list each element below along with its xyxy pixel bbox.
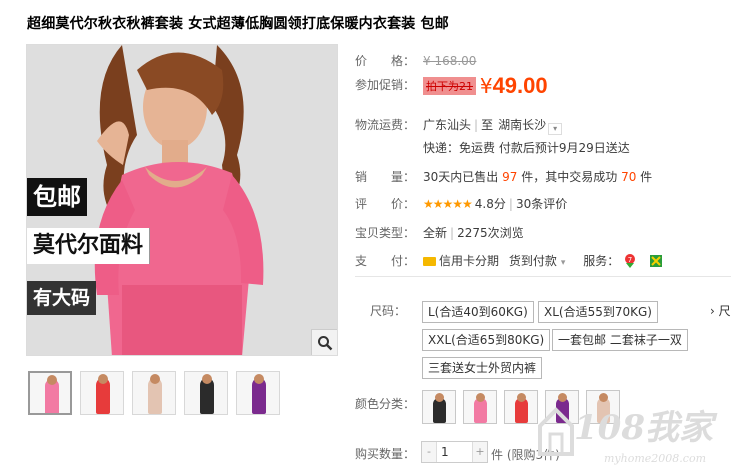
promo-modal-fabric: 莫代尔面料	[27, 228, 151, 264]
thumbnail-strip	[28, 371, 280, 415]
promo-free-shipping: 包邮	[27, 178, 87, 216]
site-watermark: 108我家 myhome2008.com	[532, 392, 730, 472]
quantity-input[interactable]: 1	[436, 442, 473, 462]
svg-text:7: 7	[628, 256, 632, 264]
current-price: 49.00	[492, 73, 548, 98]
quantity-increase-button[interactable]: +	[473, 442, 487, 462]
view-count: 2275次浏览	[457, 226, 524, 240]
size-option-bundle-underwear[interactable]: 三套送女士外贸内裤	[422, 357, 543, 379]
sold-count: 97	[502, 170, 518, 184]
currency-symbol: ¥	[479, 74, 493, 98]
more-sizes[interactable]: › 尺	[710, 302, 731, 319]
size-option-bundle-socks[interactable]: 一套包邮 二套袜子一双	[552, 329, 688, 351]
credit-installment[interactable]: 信用卡分期	[439, 254, 499, 268]
original-price: ¥ 168.00	[423, 54, 477, 68]
ship-from: 广东汕头	[423, 118, 472, 132]
color-swatch-black[interactable]	[422, 390, 456, 424]
original-price-row: 价 格： ¥ 168.00	[355, 52, 476, 69]
success-count: 70	[621, 170, 637, 184]
item-type-row: 宝贝类型： 全新 | 2275次浏览	[355, 226, 524, 240]
quantity-stepper: - 1 +	[421, 441, 488, 463]
service-label: 服务：	[583, 254, 620, 268]
promo-label: 参加促销：	[355, 78, 416, 92]
promo-plus-size: 有大码	[27, 281, 97, 315]
sales-label: 销 量：	[355, 170, 416, 184]
shipping-label: 物流运费：	[355, 118, 416, 132]
payment-label: 支 付：	[355, 254, 416, 268]
rating-label: 评 价：	[355, 197, 416, 211]
rating-row: 评 价： ★★★★★ 4.8分 | 30条评价	[355, 197, 568, 211]
magnifier-icon	[317, 335, 332, 350]
main-product-image[interactable]: 包邮 莫代尔面料 有大码	[26, 44, 338, 356]
cash-on-delivery[interactable]: 货到付款	[509, 254, 557, 268]
thumbnail-5[interactable]	[236, 371, 280, 415]
item-type-label: 宝贝类型：	[355, 226, 416, 240]
price-label: 价 格：	[355, 54, 416, 68]
cod-caret-icon[interactable]: ▾	[561, 258, 566, 268]
rating-score: 4.8分	[474, 197, 506, 211]
thumbnail-1[interactable]	[28, 371, 72, 415]
color-swatch-pink[interactable]	[463, 390, 497, 424]
product-title: 超细莫代尔秋衣秋裤套装 女式超薄低胸圆领打底保暖内衣套装 包邮	[27, 16, 449, 32]
consumer-protection-icon[interactable]	[649, 254, 663, 268]
quantity-label: 购买数量：	[355, 447, 416, 461]
credit-card-icon	[423, 257, 436, 266]
divider	[355, 276, 731, 277]
color-label: 颜色分类：	[355, 397, 416, 411]
size-option-l[interactable]: L(合适40到60KG)	[422, 301, 534, 323]
shipping-detail: 快递：免运费 付款后预计9月29日送达	[423, 141, 630, 155]
watermark-brand: 108我家	[574, 408, 713, 448]
more-sizes-label: 尺	[718, 304, 731, 318]
thumbnail-4[interactable]	[184, 371, 228, 415]
ship-to-dropdown[interactable]: 湖南长沙	[498, 118, 546, 132]
thumbnail-3[interactable]	[132, 371, 176, 415]
thumbnail-2[interactable]	[80, 371, 124, 415]
sales-mid: 件，其中交易成功	[521, 170, 618, 184]
chevron-right-icon: ›	[710, 304, 715, 318]
sales-suffix: 件	[640, 170, 653, 184]
size-label: 尺码：	[370, 304, 407, 318]
ship-to-prefix: 至	[481, 118, 494, 132]
size-option-xxl[interactable]: XXL(合适65到80KG)	[422, 329, 551, 351]
item-condition: 全新	[423, 226, 448, 240]
review-count-link[interactable]: 30条评价	[516, 197, 567, 211]
payment-row: 支 付： 信用卡分期 货到付款 ▾ 服务： 7	[355, 252, 663, 269]
shipping-row: 物流运费： 广东汕头 | 至湖南长沙 ▾	[355, 116, 563, 135]
promo-tag: 拍下为21	[423, 77, 476, 95]
size-option-xl[interactable]: XL(合适55到70KG)	[538, 301, 658, 323]
house-logo-icon	[538, 407, 574, 456]
sales-prefix: 30天内已售出	[423, 170, 499, 184]
zoom-button[interactable]	[311, 329, 337, 355]
guarantee-seven-day-icon[interactable]: 7	[623, 254, 637, 268]
promo-price-row: 参加促销： 拍下为21 ¥49.00	[355, 73, 548, 99]
watermark-url: myhome2008.com	[604, 452, 706, 465]
rating-stars-icon: ★★★★★	[423, 197, 473, 211]
sales-row: 销 量： 30天内已售出 97 件，其中交易成功 70 件	[355, 168, 652, 185]
quantity-decrease-button[interactable]: -	[422, 442, 436, 462]
ship-to-caret-icon[interactable]: ▾	[548, 123, 563, 135]
